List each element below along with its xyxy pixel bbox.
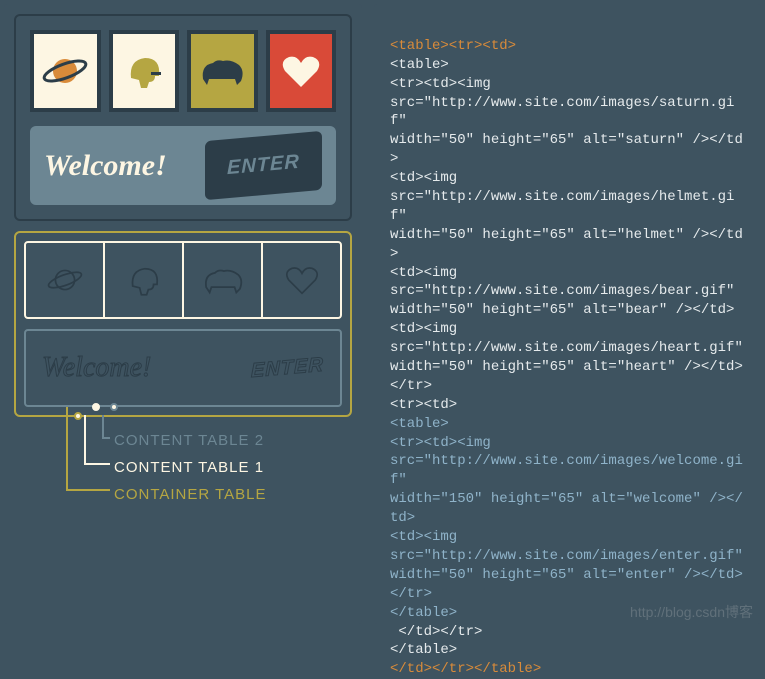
wire-saturn-cell [26, 243, 105, 317]
code-line: <tr><td><img [390, 435, 491, 451]
wireframe-container-table: Welcome! ENTER [14, 231, 352, 417]
welcome-row: Welcome! ENTER [30, 126, 336, 205]
code-line: </tr> [390, 378, 432, 394]
code-line: src="http://www.site.com/images/bear.gif… [390, 283, 734, 299]
code-line: src="http://www.site.com/images/helmet.g… [390, 189, 734, 224]
helmet-cell [109, 30, 180, 112]
code-line: src="http://www.site.com/images/welcome.… [390, 453, 743, 488]
code-line: </table> [390, 642, 457, 658]
wire-bear-cell [184, 243, 263, 317]
code-line: </td></tr> [390, 624, 482, 640]
wire-enter-text: ENTER [251, 353, 324, 382]
code-line: <td><img [390, 170, 457, 186]
saturn-icon [42, 48, 88, 94]
wireframe-content-table-1 [24, 241, 342, 319]
label-content-table-1: CONTENT TABLE 1 [114, 454, 352, 481]
html-code-block: <table><tr><td> <table> <tr><td><img src… [390, 18, 745, 679]
diagram-labels: CONTENT TABLE 2 CONTENT TABLE 1 CONTAINE… [14, 427, 352, 508]
code-line: width="50" height="65" alt="helmet" /></… [390, 227, 743, 262]
code-line: <tr><td> [390, 397, 457, 413]
connector-line [66, 407, 110, 491]
wireframe-content-table-2: Welcome! ENTER [24, 329, 342, 407]
code-line: </tr> [390, 586, 432, 602]
code-line: width="150" height="65" alt="welcome" />… [390, 491, 743, 526]
saturn-icon [45, 260, 85, 300]
left-diagram-panel: Welcome! ENTER [4, 4, 362, 624]
code-line: <table> [390, 57, 449, 73]
code-line: src="http://www.site.com/images/saturn.g… [390, 95, 734, 130]
bear-cell [187, 30, 258, 112]
helmet-icon [124, 260, 164, 300]
code-line: </td></tr></table> [390, 661, 541, 677]
code-line: <table> [390, 416, 449, 432]
code-line: src="http://www.site.com/images/enter.gi… [390, 548, 743, 564]
code-line: width="50" height="65" alt="enter" /></t… [390, 567, 743, 583]
bear-icon [199, 262, 247, 298]
code-line: width="50" height="65" alt="bear" /></td… [390, 302, 734, 318]
code-line: width="50" height="65" alt="saturn" /></… [390, 132, 743, 167]
code-panel: <table><tr><td> <table> <tr><td><img src… [374, 4, 761, 624]
code-line: <table><tr><td> [390, 38, 516, 54]
code-line: <td><img [390, 529, 457, 545]
wire-heart-cell [263, 243, 340, 317]
heart-icon [285, 265, 319, 295]
rendered-email-mockup: Welcome! ENTER [14, 14, 352, 221]
connector-dot [110, 403, 118, 411]
heart-cell [266, 30, 337, 112]
helmet-icon [121, 48, 167, 94]
enter-button[interactable]: ENTER [205, 131, 322, 200]
label-container-table: CONTAINER TABLE [114, 481, 352, 508]
label-content-table-2: CONTENT TABLE 2 [114, 427, 352, 454]
image-row [30, 30, 336, 112]
wire-welcome-text: Welcome! [42, 352, 151, 384]
bear-icon [195, 51, 249, 91]
code-line: <td><img [390, 321, 457, 337]
welcome-text: Welcome! [44, 149, 167, 183]
heart-icon [281, 53, 321, 89]
watermark: http://blog.csdn博客 [630, 602, 753, 622]
saturn-cell [30, 30, 101, 112]
code-line: src="http://www.site.com/images/heart.gi… [390, 340, 743, 356]
code-line: width="50" height="65" alt="heart" /></t… [390, 359, 743, 375]
code-line: <td><img [390, 265, 457, 281]
wire-helmet-cell [105, 243, 184, 317]
code-line: <tr><td><img [390, 76, 491, 92]
code-line: </table> [390, 605, 457, 621]
